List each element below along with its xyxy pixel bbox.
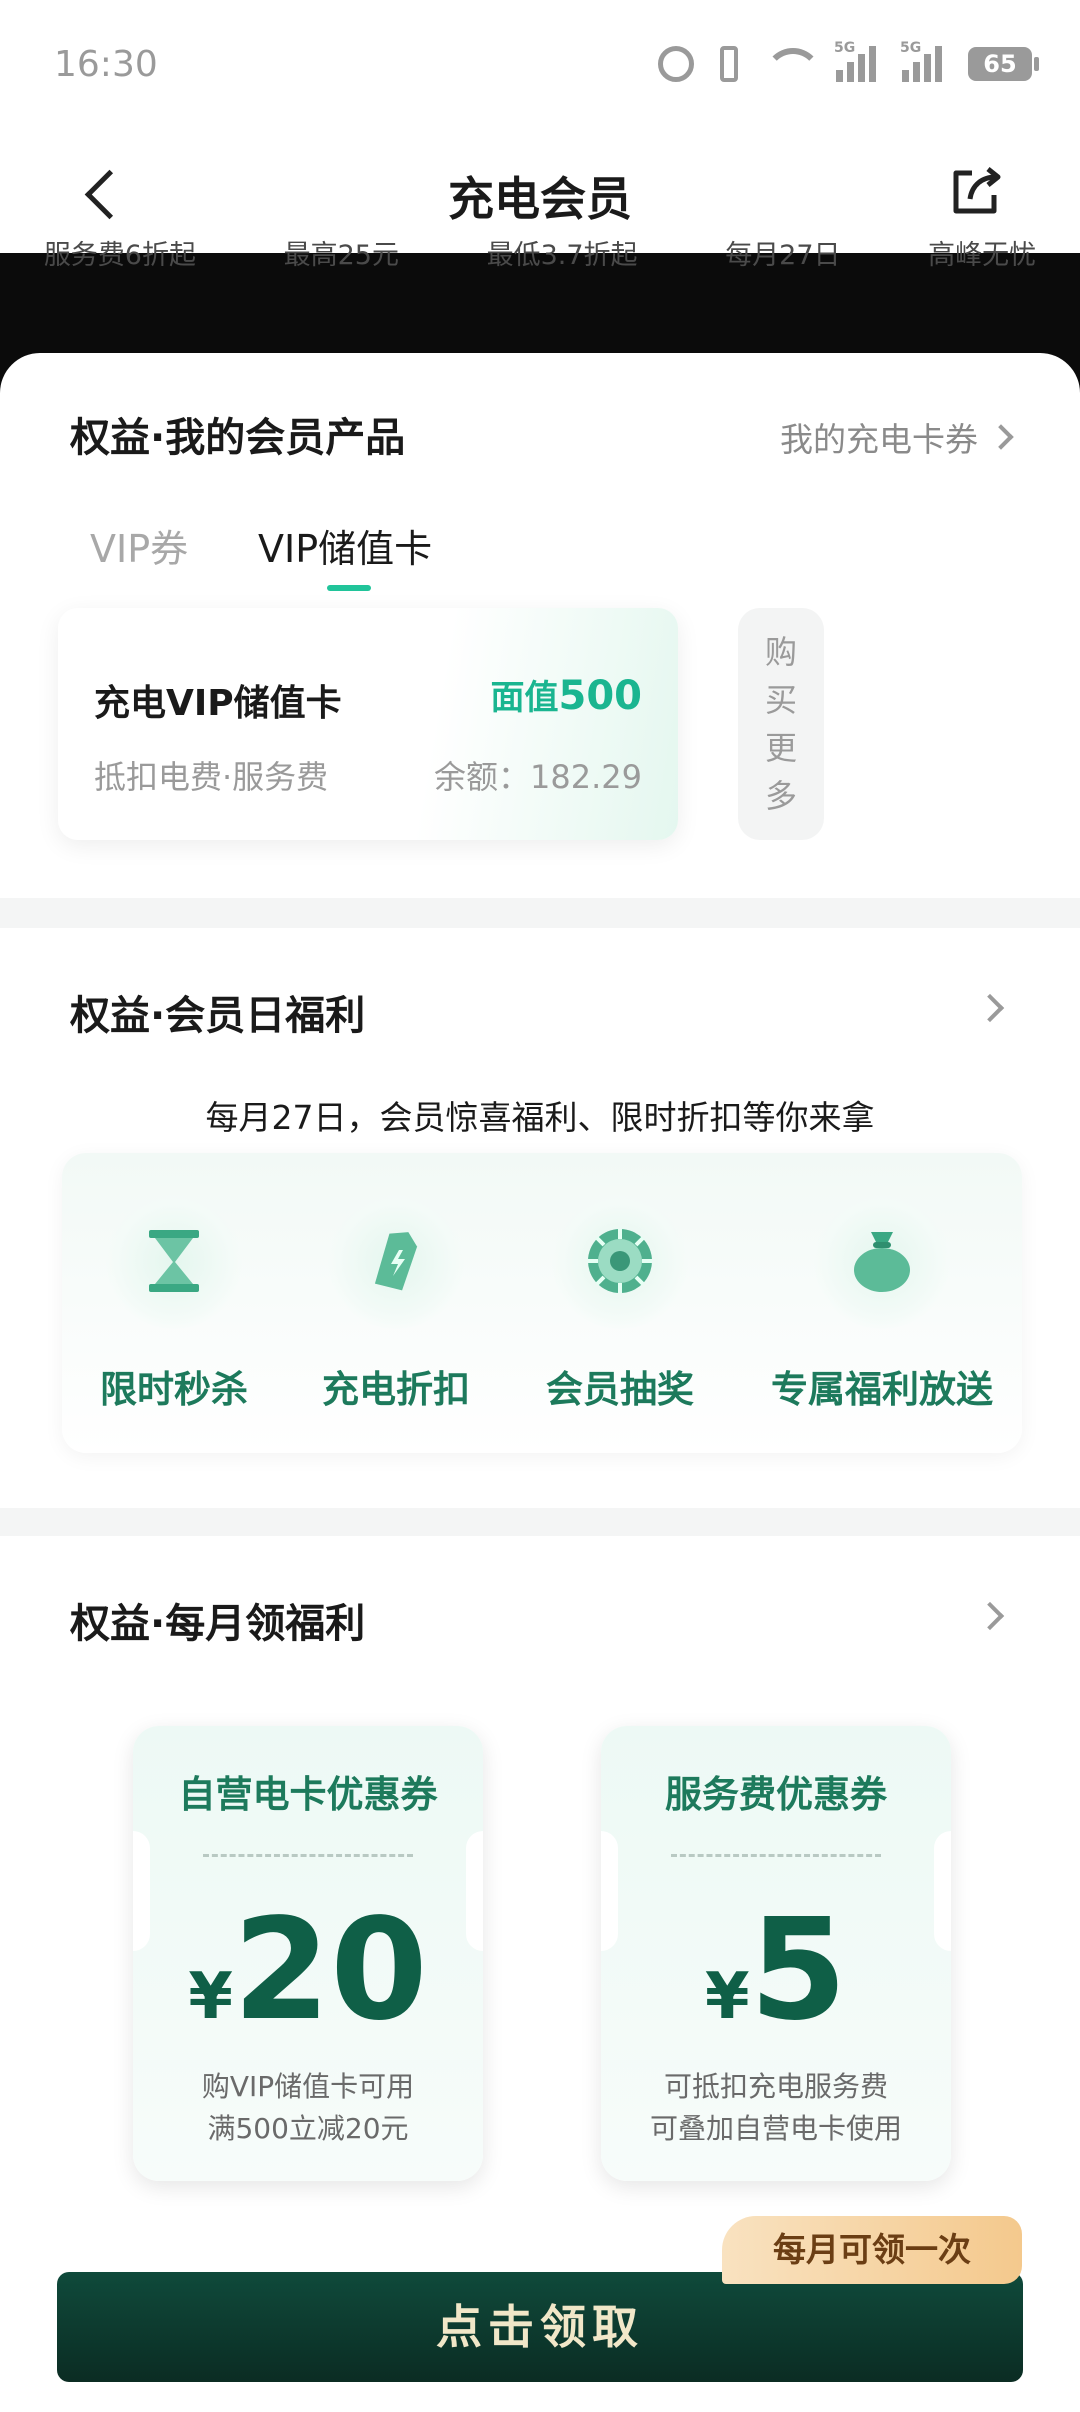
member-day-section: 权益·会员日福利 每月27日，会员惊喜福利、限时折扣等你来拿 限时秒杀 充电折扣: [0, 928, 1080, 1508]
chevron-right-icon: [988, 424, 1014, 450]
coupon-card-self-operated: 自营电卡优惠券 ¥20 购VIP储值卡可用 满500立减20元: [133, 1726, 483, 2181]
signal-icon: 5G: [834, 40, 876, 82]
card-name: 充电VIP储值卡: [94, 683, 342, 724]
strip-item: 最高25元: [283, 240, 399, 271]
chevron-right-icon[interactable]: [975, 993, 1005, 1023]
my-coupons-label: 我的充电卡券: [780, 420, 978, 459]
member-day-subtitle: 每月27日，会员惊喜福利、限时折扣等你来拿: [205, 1098, 875, 1137]
coupon-amount: ¥5: [705, 1889, 847, 2052]
strip-item: 服务费6折起: [43, 240, 196, 271]
card-balance: 余额：182.29: [434, 758, 642, 796]
tab-indicator: [327, 585, 371, 591]
charge-tag-icon: [374, 1232, 418, 1291]
share-icon: [953, 167, 1001, 214]
coupon-amount: ¥20: [188, 1889, 428, 2052]
hourglass-icon: [149, 1230, 199, 1292]
status-bar: 16:30 5G 5G 65: [0, 0, 1080, 135]
share-button[interactable]: [946, 161, 1006, 221]
benefit-charge-discount[interactable]: 充电折扣: [276, 1193, 516, 1413]
coupon-title: 自营电卡优惠券: [178, 1773, 438, 1816]
signal-icon: 5G: [900, 40, 942, 82]
battery-icon: 65: [968, 47, 1039, 81]
tab-vip-stored-card[interactable]: VIP储值卡: [258, 518, 432, 573]
strip-item: 高峰无忧: [928, 240, 1037, 271]
wifi-icon: [764, 46, 822, 82]
monthly-limit-badge: 每月可领一次: [722, 2216, 1022, 2284]
benefit-exclusive-gifts[interactable]: 专属福利放送: [762, 1193, 1002, 1413]
tab-vip-coupon[interactable]: VIP券: [90, 518, 188, 573]
member-day-benefits: 限时秒杀 充电折扣 会员抽奖 专属福利放送: [62, 1153, 1022, 1453]
status-icons: 5G 5G 65: [658, 40, 1039, 82]
section-title: 权益·会员日福利: [70, 993, 366, 1039]
status-time: 16:30: [54, 44, 158, 85]
coupon-title: 服务费优惠券: [665, 1773, 887, 1816]
strip-item: 每月27日: [725, 240, 841, 271]
claim-button[interactable]: 点击领取: [57, 2272, 1023, 2382]
strip-item: 最低3.7折起: [486, 240, 638, 271]
benefit-member-lottery[interactable]: 会员抽奖: [500, 1193, 740, 1413]
my-coupons-link[interactable]: 我的充电卡券: [780, 413, 1014, 461]
page-title: 充电会员: [448, 172, 632, 226]
card-description: 抵扣电费·服务费: [94, 758, 329, 796]
buy-more-button[interactable]: 购 买 更 多: [738, 608, 824, 840]
chevron-right-icon[interactable]: [975, 1601, 1005, 1631]
monthly-benefits-section: 权益·每月领福利 自营电卡优惠券 ¥20 购VIP储值卡可用 满500立减20元 …: [0, 1536, 1080, 2412]
section-title: 权益·我的会员产品: [70, 415, 406, 461]
section-title: 权益·每月领福利: [70, 1601, 366, 1647]
vibrate-icon: [720, 46, 738, 82]
alarm-icon: [658, 46, 694, 82]
my-products-section: 权益·我的会员产品 我的充电卡券 VIP券 VIP储值卡 充电VIP储值卡 面值…: [0, 353, 1080, 898]
nav-bar: 充电会员: [0, 135, 1080, 253]
benefit-flash-sale[interactable]: 限时秒杀: [54, 1193, 294, 1413]
money-bag-icon: [854, 1232, 910, 1292]
coupon-note: 购VIP储值卡可用 满500立减20元: [201, 2070, 415, 2145]
coupon-card-service-fee: 服务费优惠券 ¥5 可抵扣充电服务费 可叠加自营电卡使用: [601, 1726, 951, 2181]
card-face-value: 面值500: [490, 673, 643, 719]
vip-stored-card[interactable]: 充电VIP储值卡 面值500 抵扣电费·服务费 余额：182.29: [58, 608, 678, 840]
coupon-note: 可抵扣充电服务费 可叠加自营电卡使用: [649, 2070, 902, 2145]
lottery-wheel-icon: [588, 1229, 652, 1293]
